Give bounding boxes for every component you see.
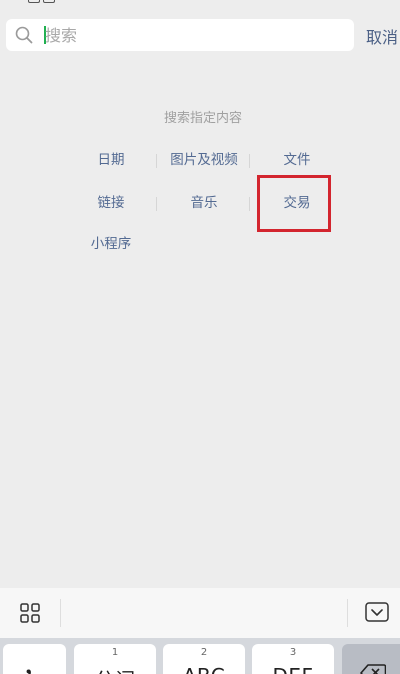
status-bar (0, 0, 400, 8)
category-files[interactable]: 文件 (250, 147, 344, 173)
key-1-fenci[interactable]: 1 分词 (74, 644, 156, 674)
key-label: 分词 (74, 664, 156, 674)
section-title: 搜索指定内容 (163, 111, 242, 126)
search-input[interactable] (37, 19, 347, 51)
key-label: DEF (252, 664, 334, 674)
keyboard-toolbar (0, 588, 400, 638)
grid-menu-icon[interactable] (20, 603, 40, 623)
search-icon (15, 26, 33, 44)
search-header: 取消 (0, 19, 400, 53)
key-number: 1 (111, 647, 119, 658)
key-3-def[interactable]: 3 DEF (252, 644, 334, 674)
category-mini-programs[interactable]: 小程序 (64, 231, 158, 257)
key-2-abc[interactable]: 2 ABC (163, 644, 245, 674)
status-sim-icons (28, 0, 55, 3)
key-label: ， (23, 656, 46, 674)
key-number: 2 (200, 647, 208, 658)
category-music[interactable]: 音乐 (157, 190, 251, 216)
key-label: ABC (163, 664, 245, 674)
search-box[interactable] (6, 19, 354, 51)
highlight-annotation (257, 175, 331, 232)
sim-icon (28, 0, 40, 3)
key-backspace[interactable] (342, 644, 400, 674)
key-comma[interactable]: ， (3, 644, 66, 674)
keyboard: ， 1 分词 2 ABC 3 DEF (0, 638, 400, 674)
keyboard-collapse-icon[interactable] (365, 602, 389, 622)
sim-icon (43, 0, 55, 3)
key-number: 3 (289, 647, 297, 658)
backspace-icon (360, 664, 386, 674)
cancel-button[interactable]: 取消 (366, 24, 398, 48)
toolbar-divider (60, 599, 61, 627)
category-links[interactable]: 链接 (64, 190, 158, 216)
toolbar-divider (347, 599, 348, 627)
category-images-videos[interactable]: 图片及视频 (157, 147, 251, 173)
category-date[interactable]: 日期 (64, 147, 158, 173)
